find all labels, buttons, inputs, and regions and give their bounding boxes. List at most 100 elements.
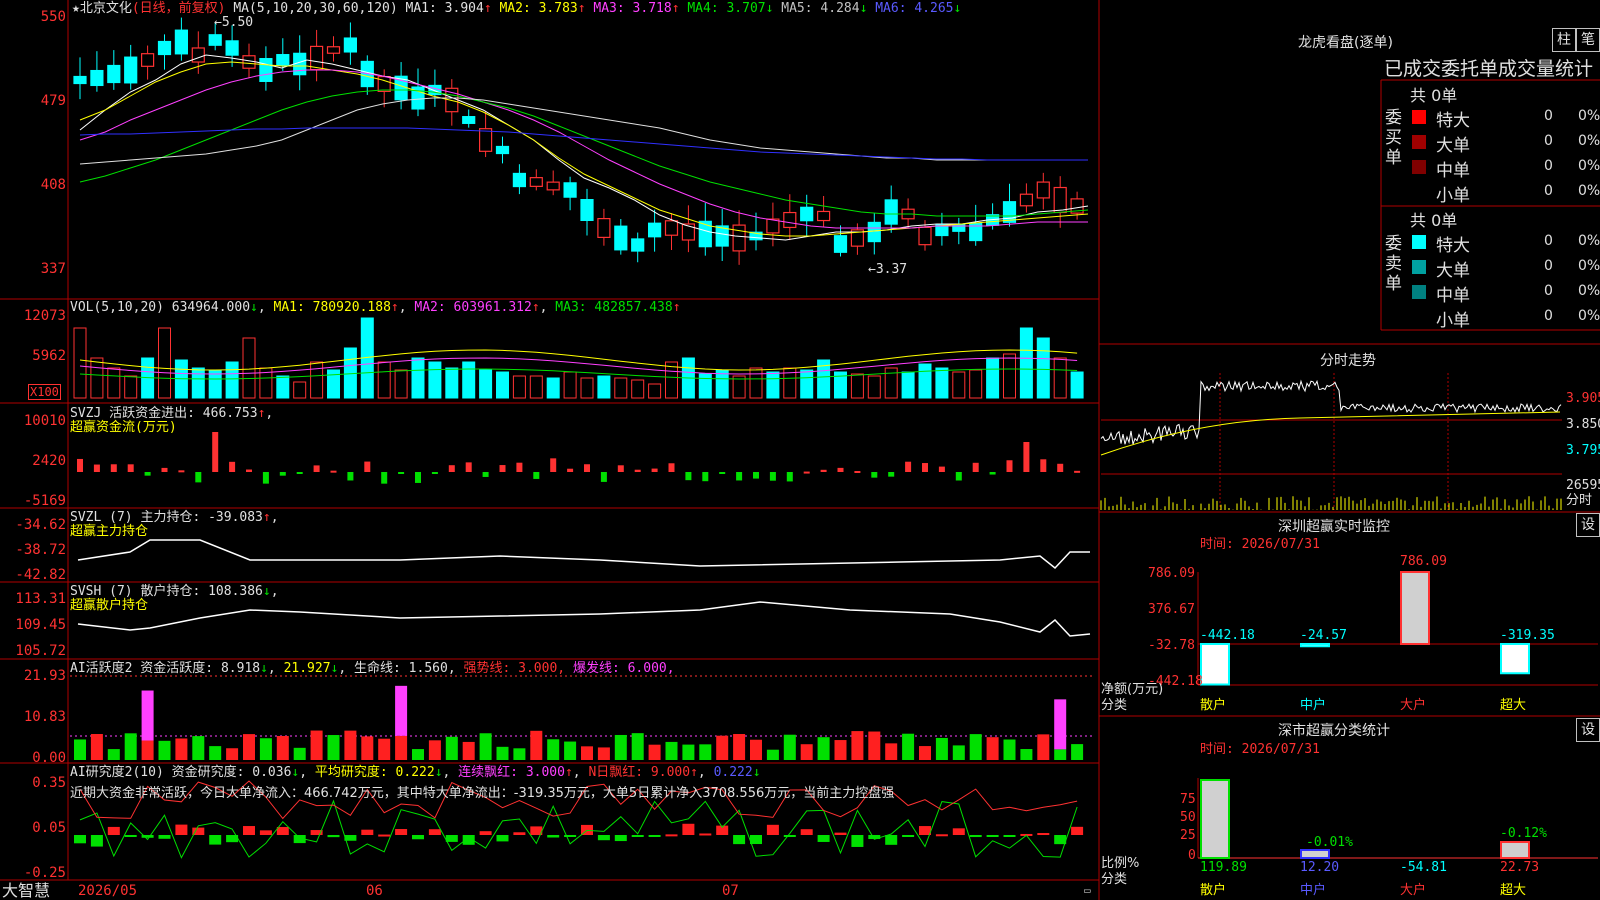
- buy-total: 共 0单: [1410, 86, 1458, 105]
- monitor-cat-中户: 中户: [1300, 698, 1327, 713]
- research-bar: [496, 835, 509, 842]
- stats-xlabel: 分类: [1101, 872, 1128, 887]
- candle-body: [647, 222, 662, 238]
- period-label[interactable]: (日线，前复权): [132, 1, 226, 16]
- candle-body: [732, 224, 746, 252]
- stats-bar: [1200, 779, 1230, 859]
- activity-bar: [564, 741, 577, 760]
- candle-body: [276, 54, 290, 66]
- column-view-button[interactable]: 柱: [1552, 28, 1576, 52]
- fund-flow-bar: [989, 472, 996, 475]
- fund-flow-bar: [279, 472, 286, 476]
- monitor-settings-button[interactable]: 设: [1576, 513, 1600, 537]
- candle-body: [512, 172, 527, 188]
- sell-row-count: 0: [1544, 283, 1553, 299]
- ai-activity-header: AI活跃度2 资金活跃度: 8.918↓, 21.927↓, 生命线: 1.56…: [70, 661, 675, 676]
- research-bar: [919, 826, 931, 835]
- volume-bar: [800, 369, 814, 399]
- activity-bar: [935, 737, 948, 760]
- intraday-avg-line: [1100, 411, 1561, 456]
- activity-bar: [665, 741, 678, 760]
- stats-cat-大户: 大户: [1400, 883, 1427, 898]
- fund-flow-bar: [905, 461, 912, 472]
- activity-bar: [445, 736, 458, 760]
- activity-bar: [766, 749, 779, 760]
- volume-bar: [766, 371, 780, 399]
- candle-body: [918, 226, 932, 246]
- activity-peak-bar: [1054, 699, 1067, 750]
- candle-body: [664, 220, 679, 236]
- research-bar: [648, 835, 661, 837]
- sell-swatch-0: [1412, 235, 1426, 249]
- buy-row-count: 0: [1544, 133, 1553, 149]
- fund-flow-bar: [144, 472, 151, 476]
- research-bar: [209, 835, 222, 845]
- sell-row-name: 大单: [1436, 261, 1470, 281]
- activity-bar: [513, 748, 526, 760]
- stats-pct-super: -0.12%: [1500, 826, 1547, 841]
- stock-name: 北京文化: [79, 1, 132, 16]
- ma5-value: MA5: 4.284: [781, 1, 860, 16]
- volume-bar: [580, 377, 594, 399]
- research-bar: [1003, 835, 1016, 837]
- intraday-volume: 26595: [1566, 478, 1600, 493]
- monitor-value-超大: -319.35: [1500, 628, 1555, 643]
- fund-flow-bar: [364, 461, 371, 472]
- fund-flow-bar: [178, 470, 185, 473]
- activity-bar: [327, 735, 340, 760]
- candle-body: [259, 58, 273, 82]
- svzl-axis-mid: -38.72: [15, 542, 66, 558]
- research-bar: [175, 824, 188, 835]
- volume-bar: [952, 371, 966, 399]
- fund-flow-bar: [634, 469, 641, 472]
- fund-flow-bar: [719, 472, 726, 474]
- sell-row-count: 0: [1544, 308, 1553, 324]
- buy-orders-label: 委买单: [1385, 108, 1402, 168]
- activity-bar: [141, 740, 154, 760]
- volume-bar: [850, 373, 864, 399]
- stats-cat-超大: 超大: [1500, 883, 1527, 898]
- candle-body: [833, 235, 848, 253]
- volume-bar: [293, 381, 307, 399]
- fund-flow-bar: [330, 470, 337, 473]
- sell-row-pct: 0%: [1578, 258, 1600, 274]
- fund-flow-bar: [195, 472, 202, 483]
- fund-flow-bar: [786, 472, 793, 482]
- tick-view-button[interactable]: 笔: [1576, 28, 1600, 52]
- activity-bar: [716, 735, 729, 760]
- research-bar: [378, 834, 391, 837]
- activity-bar: [276, 735, 289, 760]
- candle-body: [208, 34, 222, 46]
- candle-body: [1019, 193, 1034, 207]
- candle-body: [529, 177, 543, 187]
- volume-bar: [749, 367, 763, 399]
- lock-icon[interactable]: ▭: [1084, 884, 1091, 898]
- research-bar: [597, 835, 610, 841]
- stats-cat-散户: 散户: [1200, 883, 1227, 898]
- activity-bar: [530, 730, 543, 760]
- fund-flow-bar: [820, 469, 827, 472]
- activity-bar: [783, 734, 796, 760]
- ma1-value: MA1: 3.904: [405, 1, 484, 16]
- ma1-up-icon: ↑: [483, 1, 492, 16]
- research-bar: [276, 827, 289, 835]
- activity-bar: [412, 749, 424, 760]
- activity-bar: [547, 739, 560, 760]
- ma6-down-icon: ↓: [953, 1, 962, 16]
- stats-value-中户: 12.20: [1300, 860, 1340, 875]
- volume-bar: [935, 367, 949, 399]
- volume-bar: [124, 375, 138, 399]
- monitor-value-中户: -24.57: [1300, 628, 1347, 643]
- research-bar: [631, 835, 644, 837]
- stats-settings-button[interactable]: 设: [1576, 718, 1600, 742]
- svsh-subtitle: 超赢散户持仓: [70, 598, 149, 613]
- research-bar: [733, 835, 746, 845]
- volume-bar: [631, 379, 645, 399]
- activity-bar: [750, 739, 762, 760]
- buy-row-pct: 0%: [1578, 108, 1600, 124]
- stats-axis-2: 25: [1180, 828, 1196, 843]
- fund-flow-bar: [803, 471, 810, 474]
- favorite-star-icon[interactable]: ★: [72, 1, 80, 16]
- volume-bar: [1053, 357, 1067, 399]
- candle-body: [107, 64, 121, 84]
